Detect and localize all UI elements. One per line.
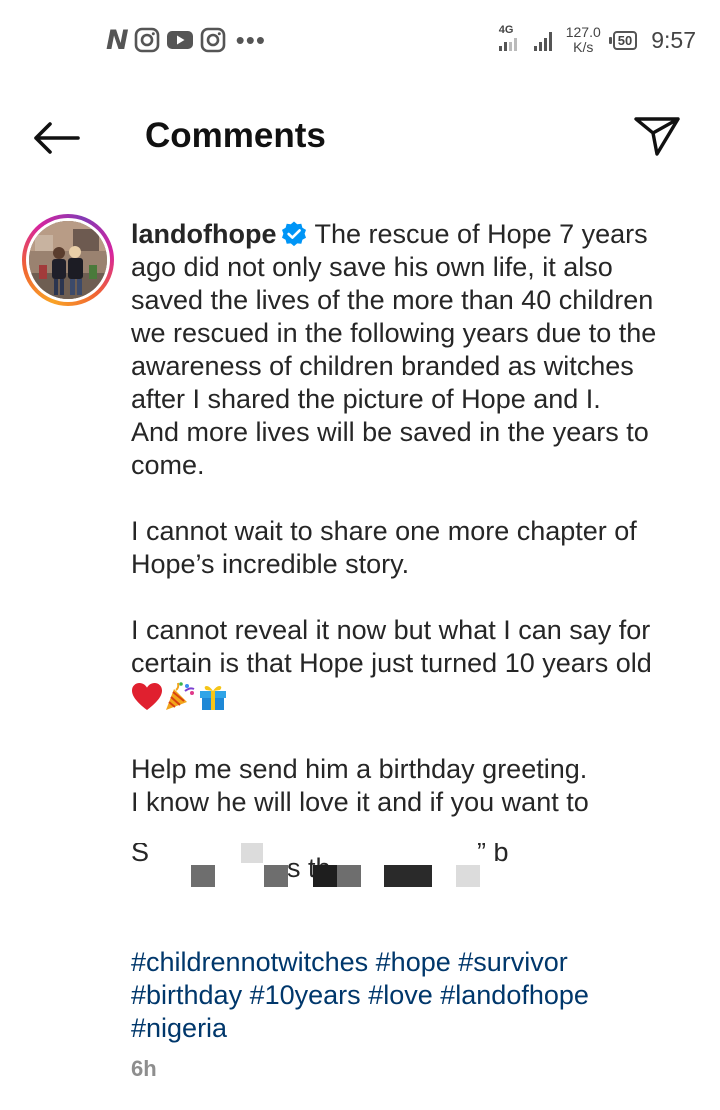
hashtag-link[interactable]: #love [368,980,433,1010]
censor-block [191,865,215,887]
caption-text-6: I know he will love it and if you want t… [131,787,589,817]
hashtag-link[interactable]: #survivor [458,947,568,977]
truncated-fragment-3: ” b [477,843,509,867]
arrow-left-icon [34,122,80,154]
notification-icons: N ••• [106,24,266,56]
emoji-group [131,680,229,720]
more-notifications-icon: ••• [235,25,266,55]
network-speed: 127.0 K/s [566,25,601,55]
netflix-icon: N [106,24,129,56]
censor-block [384,865,432,887]
censor-block [313,865,337,887]
hashtag-link[interactable]: #childrennotwitches [131,947,368,977]
truncated-fragment-1: S [131,843,150,867]
instagram-icon [134,27,159,53]
clock: 9:57 [651,26,696,53]
paper-plane-icon [634,117,680,156]
hashtag-link[interactable]: #nigeria [131,1013,227,1043]
page-title: Comments [145,116,326,155]
avatar-photo [29,221,107,299]
back-button[interactable] [28,114,84,162]
caption-text-3: I cannot wait to share one more chapter … [131,516,637,579]
caption-paragraph: landofhope The rescue of Hope 7 years ago… [131,218,691,416]
hashtag-link[interactable]: #birthday [131,980,242,1010]
party-popper-emoji-icon [166,682,195,710]
gift-emoji-icon [200,685,226,710]
hashtag-link[interactable]: #hope [376,947,451,977]
hashtag-link[interactable]: #10years [250,980,361,1010]
hashtag-link[interactable]: #landofhope [440,980,589,1010]
truncated-caption-line: S s th ” b [131,843,691,891]
caption-text-4: I cannot reveal it now but what I can sa… [131,615,652,678]
censor-block [456,865,480,887]
battery-level: 50 [612,30,638,50]
censor-block [241,843,263,863]
caption-text-5: Help me send him a birthday greeting. [131,754,588,784]
battery-icon: 50 [608,30,638,50]
censor-block [337,865,361,887]
red-heart-emoji-icon [132,683,162,710]
youtube-icon [166,31,193,49]
hashtags: #childrennotwitches #hope #survivor #bir… [131,946,691,1045]
signal-strength-icon [533,32,552,51]
caption-paragraph-4: I cannot reveal it now but what I can sa… [131,614,691,720]
username-link[interactable]: landofhope [131,219,276,249]
system-status: 4G 127.0 K/s 50 9:57 [496,22,696,58]
avatar[interactable] [22,214,114,306]
cellular-signal-4g-icon: 4G [496,24,524,54]
status-bar: N ••• 4G 127.0 K/s 50 9:57 [0,0,720,80]
caption-text-2: And more lives will be saved in the year… [131,417,649,480]
verified-badge-icon [282,221,307,247]
post-caption: landofhope The rescue of Hope 7 years ago… [131,218,691,819]
speed-unit: K/s [573,39,594,55]
speed-value: 127.0 [565,24,601,40]
post-timestamp: 6h [131,1056,157,1081]
instagram-icon-2 [200,27,225,53]
header: Comments [0,96,720,176]
censor-block [264,865,288,887]
share-button[interactable] [630,112,684,160]
